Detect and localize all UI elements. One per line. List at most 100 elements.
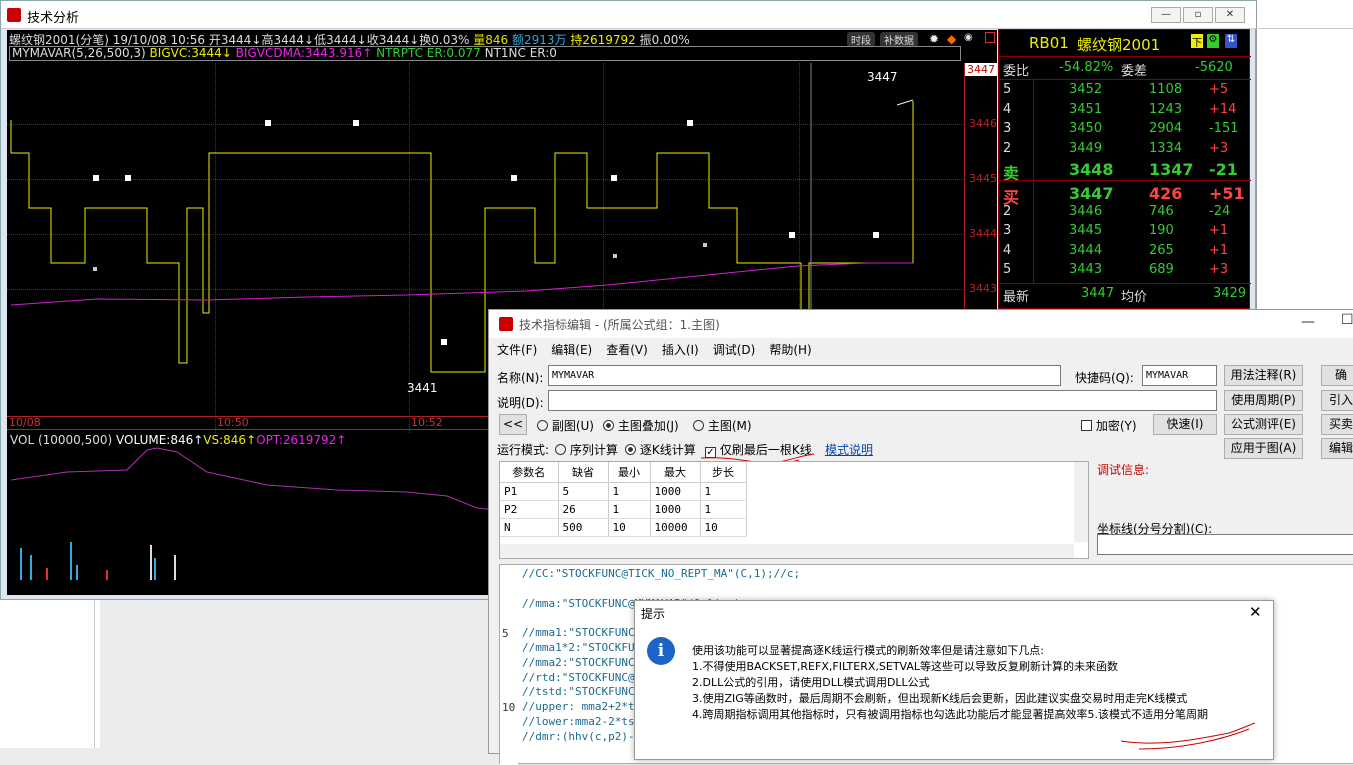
level-label: 4: [1003, 101, 1012, 117]
volume: 1243: [1149, 101, 1183, 117]
price-label: 3444: [969, 227, 997, 240]
mode-help-link[interactable]: 模式说明: [825, 441, 873, 458]
volume: 1108: [1149, 82, 1183, 97]
param-cell[interactable]: 5: [558, 482, 609, 501]
desc-input[interactable]: [548, 390, 1217, 411]
volume: 2904: [1149, 121, 1183, 136]
radio-label: 副图(U): [551, 419, 594, 433]
data-marker: [511, 175, 517, 181]
period-button[interactable]: 使用周期(P): [1224, 390, 1303, 411]
menu-item[interactable]: 编辑(E): [551, 343, 592, 357]
param-header: 步长: [700, 462, 747, 483]
param-row[interactable]: P1 5 1 1000 1: [500, 482, 747, 501]
price: 3452: [1069, 82, 1103, 97]
param-row[interactable]: P2 26 1 1000 1: [500, 500, 747, 519]
amount-text: 额2913万: [511, 33, 567, 47]
fill-data-button[interactable]: 补数据: [880, 32, 918, 47]
alert-close-icon[interactable]: ✕: [1249, 603, 1262, 621]
change: +5: [1209, 82, 1229, 97]
radio-main-overlay[interactable]: 主图叠加(J): [603, 417, 679, 434]
mode-sequence-radio[interactable]: 序列计算: [555, 441, 618, 458]
buysell-button[interactable]: 买卖: [1321, 414, 1353, 435]
maximize-icon[interactable]: ☐: [1341, 312, 1353, 328]
data-marker: [873, 232, 879, 238]
param-cell[interactable]: P1: [500, 482, 559, 501]
confirm-button[interactable]: 确: [1321, 365, 1353, 386]
shortcut-input[interactable]: MYMAVAR: [1142, 365, 1217, 386]
bid-row: 5 3443 689 +3: [999, 262, 1251, 281]
down-flag-icon[interactable]: 下: [1191, 34, 1203, 49]
import-button[interactable]: 引入: [1321, 390, 1353, 411]
collapse-button[interactable]: <<: [499, 414, 527, 435]
close-button[interactable]: ✕: [1215, 7, 1245, 23]
param-cell[interactable]: 26: [558, 500, 609, 519]
volume: 1347: [1149, 160, 1194, 179]
param-cell[interactable]: 10000: [650, 518, 701, 537]
price-label: 3443: [969, 282, 997, 295]
name-input[interactable]: MYMAVAR: [548, 365, 1061, 386]
minimize-button[interactable]: —: [1151, 7, 1181, 23]
time-label: 10:52: [411, 416, 443, 429]
menu-item[interactable]: 文件(F): [497, 343, 537, 357]
checkbox-label: 加密(Y): [1095, 419, 1137, 433]
change: +14: [1209, 101, 1237, 117]
diff-label: 委差: [1121, 64, 1148, 79]
mode-bar-radio[interactable]: 逐K线计算: [625, 441, 696, 458]
usage-note-button[interactable]: 用法注释(R): [1224, 365, 1303, 386]
param-cell[interactable]: 1: [700, 482, 747, 501]
param-cell[interactable]: 1: [608, 500, 651, 519]
dialog-title: 技术指标编辑 - (所属公式组：1.主图): [519, 318, 720, 332]
menu-item[interactable]: 帮助(H): [769, 343, 811, 357]
minimize-icon[interactable]: —: [1301, 314, 1315, 330]
desc-label: 说明(D):: [497, 396, 544, 410]
menu-item[interactable]: 查看(V): [606, 343, 648, 357]
param-row[interactable]: N 500 10 10000 10: [500, 518, 747, 537]
status-icon[interactable]: ⚙: [1207, 34, 1219, 48]
ask-row: 3 3450 2904 -151: [999, 121, 1251, 140]
axis-input[interactable]: [1097, 534, 1353, 555]
param-cell[interactable]: 1: [700, 500, 747, 519]
alert-title: 提示: [641, 607, 666, 621]
level-label: 2: [1003, 203, 1012, 219]
open-text: 开3444↓: [208, 33, 262, 47]
period-button[interactable]: 时段: [847, 32, 875, 47]
param-cell[interactable]: 1: [608, 482, 651, 501]
indicator-ntrptc: NTRPTC ER:0.077: [376, 46, 481, 60]
bid-row: 2 3446 746 -24: [999, 204, 1251, 223]
param-cell[interactable]: N: [500, 518, 559, 537]
sort-icon[interactable]: ⇅: [1225, 34, 1237, 48]
formula-test-button[interactable]: 公式测评(E): [1224, 414, 1303, 435]
data-marker: [687, 120, 693, 126]
edit-button[interactable]: 编辑: [1321, 438, 1353, 459]
param-cell[interactable]: 1000: [650, 482, 701, 501]
param-scrollbar[interactable]: [1074, 462, 1088, 542]
divider: [999, 283, 1251, 284]
expand-icon[interactable]: ◉: [964, 32, 973, 43]
param-cell[interactable]: 10: [700, 518, 747, 537]
high-text: 高3444↓: [261, 33, 315, 47]
param-cell[interactable]: 500: [558, 518, 609, 537]
param-cell[interactable]: 1000: [650, 500, 701, 519]
settings-icon[interactable]: ✹: [929, 32, 939, 46]
speed-button[interactable]: 快速(I): [1153, 414, 1217, 435]
menu-item[interactable]: 调试(D): [713, 343, 756, 357]
indicator-bar: MYMAVAR(5,26,500,3) BIGVC:3444↓ BIGVCDMA…: [9, 46, 961, 61]
data-marker: [441, 339, 447, 345]
radio-sub-chart[interactable]: 副图(U): [537, 417, 594, 434]
menu-item[interactable]: 插入(I): [662, 343, 699, 357]
window-title: 技术分析: [27, 11, 80, 26]
data-marker: [265, 120, 271, 126]
param-cell[interactable]: P2: [500, 500, 559, 519]
data-marker: [353, 120, 359, 126]
panel-toggle-icon[interactable]: [985, 32, 995, 43]
param-hscrollbar[interactable]: [500, 544, 1074, 558]
radio-main-chart[interactable]: 主图(M): [693, 417, 752, 434]
encrypt-checkbox[interactable]: 加密(Y): [1081, 417, 1137, 434]
param-cell[interactable]: 10: [608, 518, 651, 537]
volume: 746: [1149, 203, 1174, 219]
apply-to-chart-button[interactable]: 应用于图(A): [1224, 438, 1303, 459]
warning-icon[interactable]: ◆: [947, 32, 956, 46]
maximize-button[interactable]: ▫: [1183, 7, 1213, 23]
datetime-text: 19/10/08 10:56: [112, 33, 206, 47]
low-text: 低3444↓: [314, 33, 367, 47]
